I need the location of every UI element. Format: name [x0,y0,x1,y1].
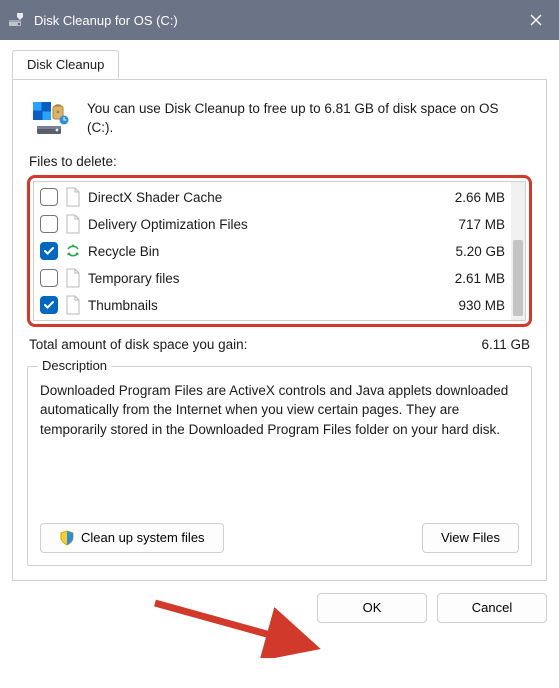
intro-row: You can use Disk Cleanup to free up to 6… [27,94,532,152]
ok-label: OK [363,600,382,615]
cancel-button[interactable]: Cancel [437,593,547,623]
file-size: 930 MB [435,298,505,313]
file-row[interactable]: Temporary files 2.61 MB [36,265,509,292]
description-text: Downloaded Program Files are ActiveX con… [40,381,519,503]
view-files-label: View Files [441,530,500,545]
file-icon [64,186,82,208]
scrollbar-thumb[interactable] [513,240,523,316]
clean-up-system-files-button[interactable]: Clean up system files [40,523,224,553]
file-name: Temporary files [88,271,429,286]
total-label: Total amount of disk space you gain: [29,337,481,352]
file-checkbox[interactable] [40,215,58,233]
recycle-bin-icon [64,240,82,262]
file-size: 717 MB [435,217,505,232]
tab-disk-cleanup[interactable]: Disk Cleanup [12,50,119,79]
clean-up-system-files-label: Clean up system files [81,530,205,545]
file-row[interactable]: Recycle Bin 5.20 GB [36,238,509,265]
file-checkbox[interactable] [40,242,58,260]
files-to-delete-label: Files to delete: [29,154,532,169]
tab-strip: Disk Cleanup [0,40,559,80]
view-files-button[interactable]: View Files [422,523,519,553]
file-list[interactable]: DirectX Shader Cache 2.66 MB Delivery Opti… [33,181,526,321]
total-row: Total amount of disk space you gain: 6.1… [27,327,532,356]
file-icon [64,267,82,289]
description-group: Description Downloaded Program Files are… [27,366,532,566]
ok-button[interactable]: OK [317,593,427,623]
file-checkbox[interactable] [40,296,58,314]
file-name: Recycle Bin [88,244,429,259]
description-title: Description [38,358,111,373]
file-name: Delivery Optimization Files [88,217,429,232]
file-checkbox[interactable] [40,269,58,287]
window-title: Disk Cleanup for OS (C:) [34,13,513,28]
file-size: 5.20 GB [435,244,505,259]
intro-text: You can use Disk Cleanup to free up to 6… [87,100,528,138]
file-row[interactable]: Delivery Optimization Files 717 MB [36,211,509,238]
filelist-highlight: DirectX Shader Cache 2.66 MB Delivery Opti… [27,175,532,327]
close-button[interactable] [513,0,559,40]
file-icon [64,294,82,316]
drive-cleanup-icon [31,100,71,136]
cancel-label: Cancel [472,600,512,615]
file-size: 2.66 MB [435,190,505,205]
tab-panel: You can use Disk Cleanup to free up to 6… [12,80,547,581]
dialog-footer: OK Cancel [0,593,559,637]
file-name: DirectX Shader Cache [88,190,429,205]
file-row[interactable]: Thumbnails 930 MB [36,292,509,319]
titlebar: Disk Cleanup for OS (C:) [0,0,559,40]
file-icon [64,213,82,235]
total-value: 6.11 GB [481,337,530,352]
scrollbar[interactable] [511,182,525,320]
file-size: 2.61 MB [435,271,505,286]
disk-cleanup-icon [8,11,26,29]
file-row[interactable]: DirectX Shader Cache 2.66 MB [36,184,509,211]
shield-icon [59,530,75,546]
file-name: Thumbnails [88,298,429,313]
close-icon [530,14,542,26]
file-checkbox[interactable] [40,188,58,206]
